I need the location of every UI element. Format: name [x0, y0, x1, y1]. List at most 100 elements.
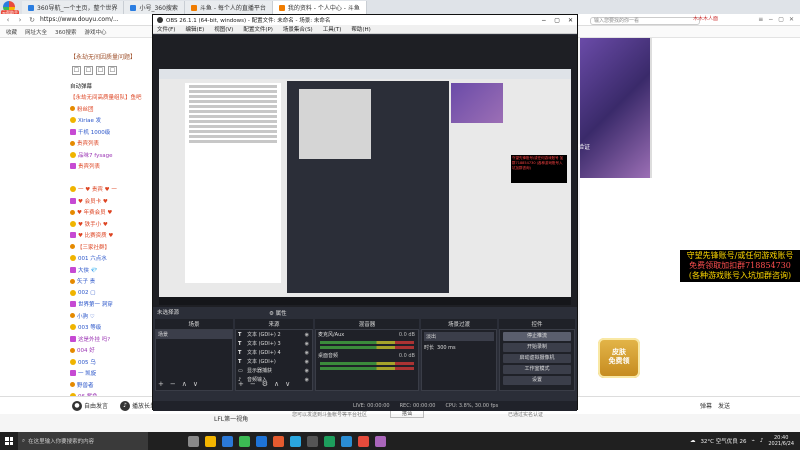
playlist-button[interactable]: ♪ 播放长单 [120, 400, 156, 411]
menu-tools[interactable]: 工具(T) [323, 25, 342, 33]
transition-duration[interactable]: 时长 300 ms [422, 343, 496, 352]
down-icon[interactable]: ∨ [285, 380, 290, 388]
taskbar-app-icon[interactable] [358, 435, 369, 447]
taskbar-app-icon[interactable] [341, 435, 352, 447]
taskbar-app-icon[interactable] [307, 435, 318, 447]
bookmark-item[interactable]: 360搜索 [55, 28, 77, 36]
taskbar-app-icon[interactable] [324, 435, 335, 447]
menu-file[interactable]: 文件(F) [157, 25, 175, 33]
close-icon[interactable]: ✕ [568, 17, 573, 24]
free-speech-button[interactable]: ● 自由发言 [72, 400, 108, 411]
properties-button[interactable]: ⚙ 属性 [269, 309, 287, 317]
chat-row[interactable]: 【三家社群】 [70, 241, 160, 253]
gear-icon[interactable]: ⚙ [262, 380, 268, 388]
menu-help[interactable]: 帮助(H) [351, 25, 370, 33]
taskbar-app-icon[interactable] [239, 435, 250, 447]
obs-preview[interactable]: 守望先锋账号/或任何游戏账号 加群718854730 (各种游戏账号入坑加群咨询… [153, 35, 577, 307]
source-item[interactable]: T 文本 (GDI+) ◉ [236, 357, 312, 366]
taskbar-app-icon[interactable] [188, 435, 199, 447]
settings-button[interactable]: 设置 [503, 376, 571, 385]
maximize-icon[interactable]: ▢ [554, 17, 560, 24]
chat-row[interactable]: 这是外挂 吗? [70, 333, 160, 345]
transition-select[interactable]: 淡出 [424, 332, 494, 341]
menu-view[interactable]: 视图(V) [214, 25, 233, 33]
tab-1[interactable]: 360导航_一个主页，整个世界 [22, 1, 125, 14]
chat-row[interactable]: 004 好 [70, 345, 160, 357]
visibility-icon[interactable]: ◉ [305, 377, 309, 383]
clock[interactable]: 20:40 2021/6/24 [768, 435, 794, 447]
tab-2[interactable]: 小号_360搜索 [124, 1, 185, 14]
down-icon[interactable]: ∨ [193, 380, 198, 388]
scene-item[interactable]: 场景 [156, 330, 232, 339]
taskbar-app-icon[interactable] [375, 435, 386, 447]
skin-ad-badge[interactable]: 皮肤 免费领 [598, 338, 640, 378]
start-recording-button[interactable]: 开始录制 [503, 343, 571, 352]
chat-row[interactable]: 世界第一 洞穿 [70, 299, 160, 311]
source-item[interactable]: T 文本 (GDI+) 3 ◉ [236, 339, 312, 348]
chat-row[interactable]: ♥ 会员卡 ♥ [70, 195, 160, 207]
taskbar-app-icon[interactable] [273, 435, 284, 447]
remove-icon[interactable]: − [170, 380, 176, 388]
visibility-icon[interactable]: ◉ [305, 341, 309, 347]
visibility-icon[interactable]: ◉ [305, 332, 309, 338]
tool-icon[interactable]: ☐ [72, 66, 81, 75]
taskbar-app-icon[interactable] [222, 435, 233, 447]
tool-icon[interactable]: ☐ [84, 66, 93, 75]
up-icon[interactable]: ∧ [182, 380, 187, 388]
chat-row[interactable]: 粉丝团 [70, 103, 160, 115]
taskbar-app-icon[interactable] [256, 435, 267, 447]
forward-icon[interactable]: › [16, 16, 24, 24]
minimize-icon[interactable]: − [541, 17, 546, 24]
verify-label[interactable]: 验证 [578, 142, 590, 151]
chat-row[interactable]: Xiriae 发 [70, 115, 160, 127]
chat-row[interactable]: ♥ 比赛资质 ♥ [70, 230, 160, 242]
browser-logo[interactable]: 云帮助手 [0, 0, 22, 16]
add-icon[interactable]: + [158, 380, 164, 388]
menu-icon[interactable]: ≡ [758, 16, 763, 23]
stop-streaming-button[interactable]: 停止推流 [503, 332, 571, 341]
chat-row[interactable]: 001 六点水 [70, 253, 160, 265]
start-button[interactable] [0, 432, 18, 450]
source-item[interactable]: T 文本 (GDI+) 2 ◉ [236, 330, 312, 339]
chat-row[interactable]: 003 等级 [70, 322, 160, 334]
up-icon[interactable]: ∧ [274, 380, 279, 388]
hint-button[interactable]: 搭讪 [390, 410, 424, 418]
maximize-icon[interactable]: ▢ [778, 16, 784, 23]
network-icon[interactable]: ⌁ [752, 438, 755, 444]
chat-row[interactable]: 千机 1000级 [70, 126, 160, 138]
minimize-icon[interactable]: − [768, 16, 773, 23]
visibility-icon[interactable]: ◉ [305, 368, 309, 374]
taskbar-app-icon[interactable] [205, 435, 216, 447]
danmaku-toggle[interactable]: 弹幕 [700, 401, 712, 410]
tab-3[interactable]: 斗鱼 - 每个人的直播平台 [184, 1, 273, 14]
user-name[interactable]: 木木木人面 [693, 15, 718, 22]
menu-profile[interactable]: 配置文件(P) [243, 25, 273, 33]
close-icon[interactable]: ✕ [789, 16, 794, 23]
chat-row[interactable]: ♥ 年费会员 ♥ [70, 207, 160, 219]
visibility-icon[interactable]: ◉ [305, 359, 309, 365]
source-item[interactable]: ▭ 显示器捕获 ◉ [236, 366, 312, 375]
chat-row[interactable]: 002 ▢ [70, 287, 160, 299]
chat-row[interactable]: ♥ 铁手小 ♥ [70, 218, 160, 230]
chat-row[interactable]: 贵宾列表 [70, 138, 160, 150]
bookmark-item[interactable]: 网址大全 [25, 28, 47, 36]
address-text[interactable]: https://www.douyu.com/... [40, 16, 119, 23]
chat-row[interactable]: 贵宾列表 [70, 161, 160, 173]
taskbar-search[interactable]: ⌕ 在这里输入你要搜索的内容 [18, 432, 148, 450]
studio-mode-button[interactable]: 工作室模式 [503, 365, 571, 374]
game-banner[interactable] [580, 38, 650, 178]
tab-4[interactable]: 我的资料 - 个人中心 - 斗鱼 [272, 1, 367, 14]
taskbar-app-icon[interactable] [290, 435, 301, 447]
back-icon[interactable]: ‹ [4, 16, 12, 24]
source-item[interactable]: T 文本 (GDI+) 4 ◉ [236, 348, 312, 357]
virtual-camera-button[interactable]: 启动虚拟摄像机 [503, 354, 571, 363]
refresh-icon[interactable]: ↻ [28, 16, 36, 24]
tool-icon[interactable]: ☐ [96, 66, 105, 75]
browser-search-input[interactable]: 输入您要找的你一看 [590, 17, 700, 25]
volume-icon[interactable]: ♪ [760, 438, 764, 444]
menu-scene-collection[interactable]: 场景集合(S) [283, 25, 313, 33]
chat-row[interactable]: 品味7 fysage [70, 149, 160, 161]
chat-row[interactable]: 野兽者 [70, 379, 160, 391]
chat-row[interactable]: 大侠 💎 [70, 264, 160, 276]
bookmark-item[interactable]: 游戏中心 [85, 28, 107, 36]
